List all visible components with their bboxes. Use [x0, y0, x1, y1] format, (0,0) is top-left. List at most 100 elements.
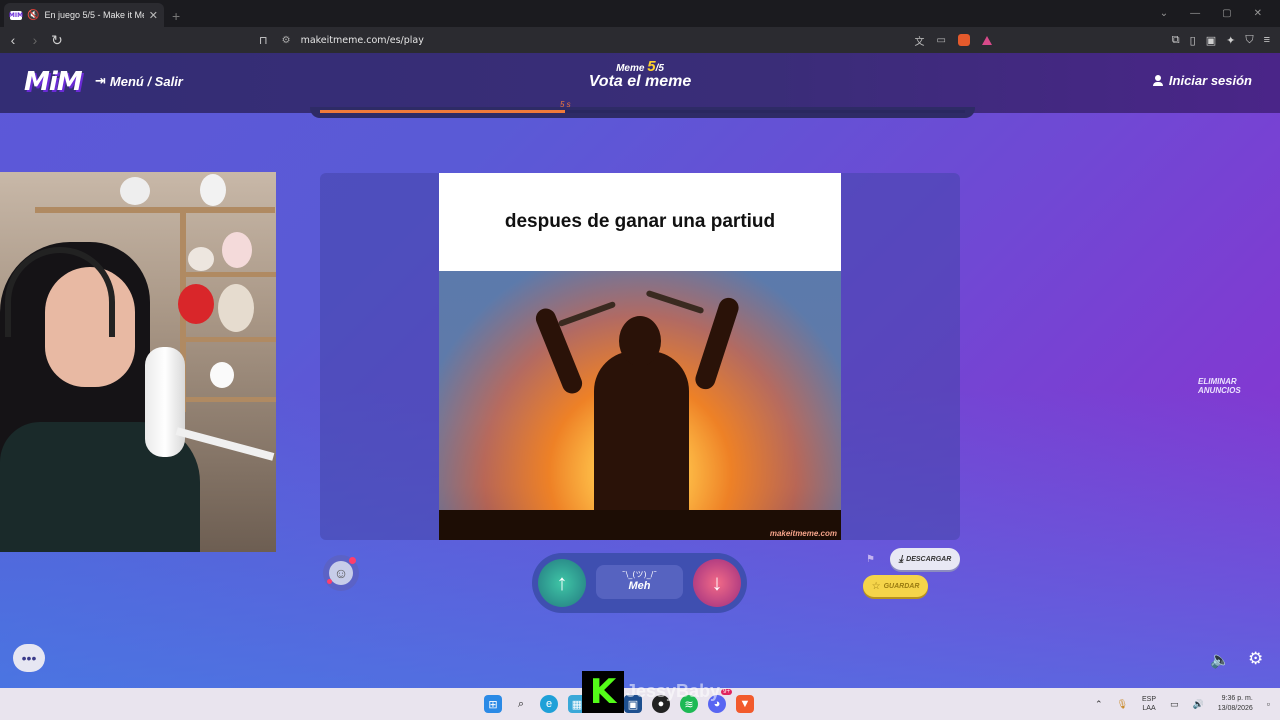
round-header: Meme 5/5 Vota el meme: [560, 58, 720, 91]
meme-caption: despues de ganar una partiud: [439, 173, 841, 271]
bookmark-icon[interactable]: ⊓: [259, 34, 268, 47]
tab-title: En juego 5/5 - Make it Meme: [44, 10, 143, 20]
language-indicator[interactable]: ESP LAA: [1142, 695, 1156, 713]
broken-chain: [557, 300, 617, 328]
chat-bubble-icon: •••: [21, 650, 37, 666]
shrug-emoticon: ¯\_(ツ)_/¯: [621, 570, 658, 579]
shelf: [180, 272, 276, 277]
meh-label: Meh: [628, 580, 651, 592]
downvote-button[interactable]: ↓: [693, 559, 741, 607]
search-icon[interactable]: ⌕: [512, 695, 530, 713]
settings-gear-icon[interactable]: ⚙: [1248, 649, 1263, 669]
windows-start-icon[interactable]: ⊞: [484, 695, 502, 713]
notifications-icon[interactable]: ▫: [1267, 699, 1270, 709]
microphone-icon[interactable]: 🎙: [1117, 699, 1128, 710]
back-icon[interactable]: ‹: [2, 32, 24, 48]
save-button[interactable]: ☆ GUARDAR: [863, 575, 928, 597]
menu-icon[interactable]: ≡: [1264, 34, 1270, 47]
browser-tabbar: MIM 🔇 En juego 5/5 - Make it Meme ✕ + ⌄ …: [0, 0, 1280, 27]
chat-button[interactable]: •••: [13, 644, 45, 672]
menu-exit-link[interactable]: ⇥ Menú / Salir: [95, 73, 183, 89]
muted-audio-icon[interactable]: 🔇: [27, 10, 39, 21]
download-label: DESCARGAR: [906, 555, 952, 563]
maximize-icon[interactable]: ▢: [1222, 8, 1231, 19]
site-favicon: MIM: [8, 10, 24, 20]
browser-tab[interactable]: MIM 🔇 En juego 5/5 - Make it Meme ✕: [4, 3, 164, 27]
plush-toy: [188, 247, 214, 271]
language-line2: LAA: [1142, 705, 1156, 712]
silhouette-head: [619, 316, 661, 366]
system-tray: ⌃ 🎙 ESP LAA ▭ 🔊 9:36 p. m. 13/08/2026 ▫: [1095, 688, 1270, 720]
menu-exit-label: Menú / Salir: [109, 73, 183, 89]
speaker-icon[interactable]: 🔈: [1210, 650, 1230, 670]
clock[interactable]: 9:36 p. m. 13/08/2026: [1218, 694, 1253, 714]
site-info-icon[interactable]: ⚙: [282, 35, 291, 46]
top-nav: MiM ⇥ Menú / Salir Meme 5/5 Vota el meme…: [0, 53, 1280, 113]
arrow-up-icon: ↑: [556, 570, 568, 595]
network-icon[interactable]: ▭: [1170, 699, 1179, 710]
edge-icon[interactable]: e: [540, 695, 558, 713]
game-page: MiM ⇥ Menú / Salir Meme 5/5 Vota el meme…: [0, 53, 1280, 688]
new-tab-icon[interactable]: +: [172, 8, 180, 24]
discord-badge: 9+: [721, 689, 732, 695]
volume-icon[interactable]: 🔊: [1193, 699, 1204, 710]
download-icon: ⤓: [898, 553, 904, 565]
heart-icon: [349, 557, 356, 564]
close-window-icon[interactable]: ✕: [1254, 8, 1262, 19]
meh-button[interactable]: ¯\_(ツ)_/¯ Meh: [596, 565, 683, 599]
meme-watermark: makeitmeme.com: [769, 529, 837, 538]
plush-toy: [178, 284, 214, 324]
timer-fill: [320, 110, 566, 113]
plush-toy: [210, 362, 234, 388]
star-icon: ☆: [871, 580, 881, 592]
clock-time: 9:36 p. m.: [1221, 695, 1253, 702]
sidebar-icon[interactable]: ▯: [1190, 34, 1196, 47]
window-controls: ⌄ — ▢ ✕: [1160, 0, 1280, 27]
timer-bar: [310, 107, 975, 118]
address-bar[interactable]: ⊓ ⚙ makeitmeme.com/es/play 文 ▭: [255, 30, 1000, 50]
brave-rewards-icon[interactable]: [982, 35, 992, 45]
plush-toy: [200, 174, 226, 206]
shelf: [180, 337, 276, 342]
webcam-overlay: [0, 172, 276, 552]
brave-shields-icon[interactable]: [958, 34, 970, 46]
minimize-icon[interactable]: —: [1190, 8, 1200, 19]
kick-username: JessyBaby: [626, 681, 721, 701]
translate-icon[interactable]: 文: [915, 33, 925, 48]
smiley-icon: ☺: [329, 561, 353, 585]
vpn-icon[interactable]: ⛉: [1245, 34, 1253, 47]
meme-photo: makeitmeme.com: [439, 271, 841, 540]
user-icon: [1152, 75, 1163, 86]
leo-ai-icon[interactable]: ✦: [1226, 34, 1235, 47]
vote-bar: ↑ ¯\_(ツ)_/¯ Meh ↓: [532, 553, 747, 613]
wallet-icon[interactable]: ▣: [1206, 34, 1216, 47]
forward-icon[interactable]: ›: [24, 32, 46, 48]
mim-logo[interactable]: MiM: [24, 67, 83, 97]
timer-track: [320, 110, 965, 113]
download-button[interactable]: ⤓ DESCARGAR: [890, 548, 960, 570]
reload-icon[interactable]: ↻: [46, 32, 68, 49]
brave-browser-icon[interactable]: ▼: [736, 695, 754, 713]
emoji-reaction-button[interactable]: ☺: [323, 555, 359, 591]
upvote-button[interactable]: ↑: [538, 559, 586, 607]
plush-toy: [218, 284, 254, 332]
show-hidden-icons[interactable]: ⌃: [1095, 699, 1103, 710]
cast-icon[interactable]: ▭: [937, 35, 946, 46]
login-link[interactable]: Iniciar sesión: [1152, 73, 1252, 88]
remove-ads-link[interactable]: ELIMINAR ANUNCIOS: [1198, 377, 1280, 395]
tab-search-icon[interactable]: ⌄: [1160, 8, 1168, 19]
browser-toolbar: ‹ › ↻ ⊓ ⚙ makeitmeme.com/es/play 文 ▭ ⧉ ▯…: [0, 27, 1280, 53]
kick-k-icon: K: [589, 672, 617, 712]
meme-card: despues de ganar una partiud makeitmeme.…: [320, 173, 960, 540]
language-line1: ESP: [1142, 696, 1157, 703]
heart-icon: [327, 579, 332, 584]
login-label: Iniciar sesión: [1168, 73, 1252, 88]
plush-toy: [120, 177, 150, 205]
plush-toy: [222, 232, 252, 268]
extensions-icon[interactable]: ⧉: [1172, 34, 1180, 47]
report-flag-icon[interactable]: ⚑: [866, 554, 875, 565]
url-text[interactable]: makeitmeme.com/es/play: [301, 35, 424, 46]
save-label: GUARDAR: [883, 582, 920, 590]
close-tab-icon[interactable]: ✕: [149, 9, 158, 22]
kick-logo: K: [582, 671, 624, 713]
